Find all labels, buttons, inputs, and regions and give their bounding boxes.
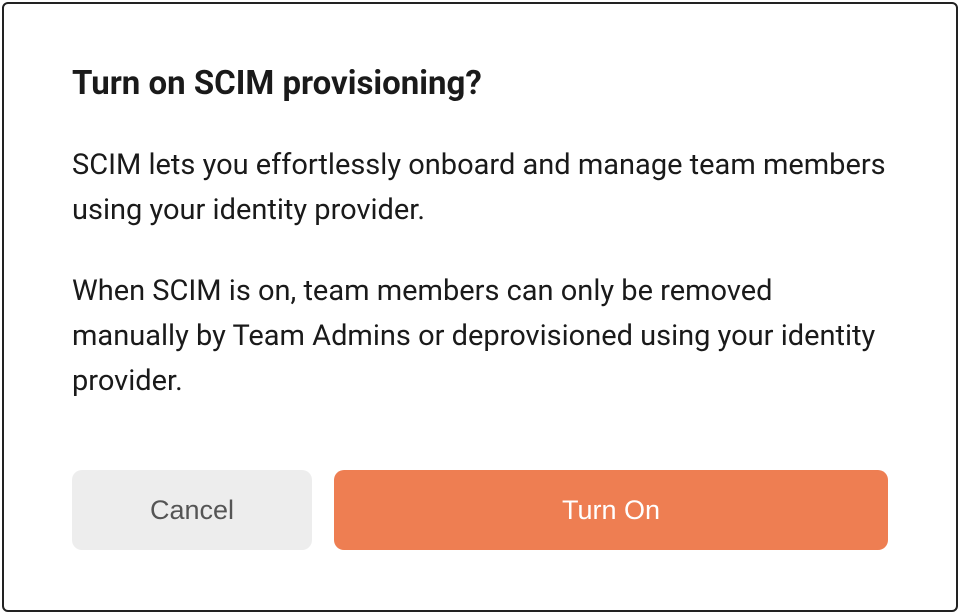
confirmation-dialog: Turn on SCIM provisioning? SCIM lets you… [2, 2, 958, 612]
cancel-button[interactable]: Cancel [72, 470, 312, 550]
dialog-title: Turn on SCIM provisioning? [72, 64, 888, 103]
turn-on-button[interactable]: Turn On [334, 470, 888, 550]
dialog-actions: Cancel Turn On [72, 470, 888, 550]
dialog-paragraph-1: SCIM lets you effortlessly onboard and m… [72, 143, 888, 233]
dialog-paragraph-2: When SCIM is on, team members can only b… [72, 269, 888, 404]
dialog-body: SCIM lets you effortlessly onboard and m… [72, 143, 888, 460]
